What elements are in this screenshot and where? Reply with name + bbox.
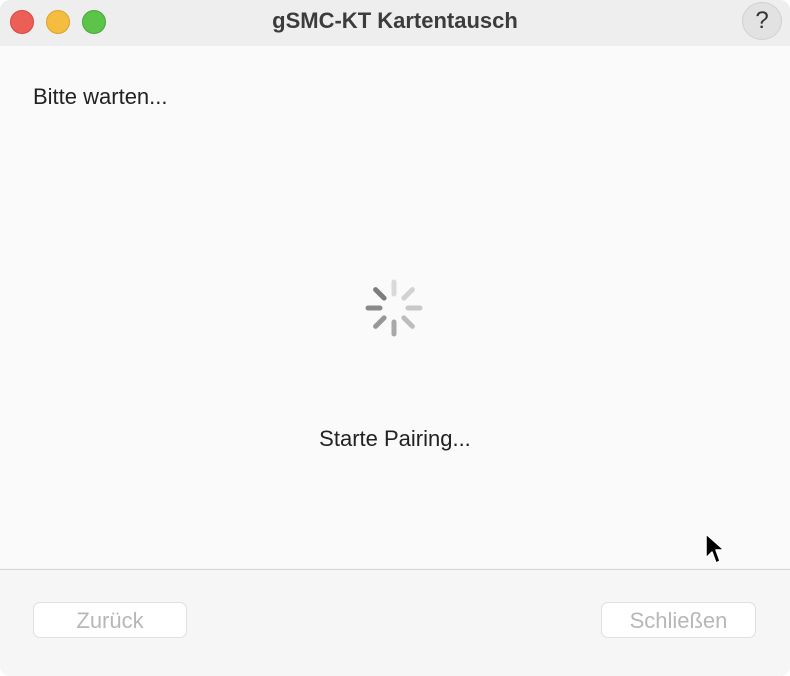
mouse-pointer-icon <box>705 533 725 564</box>
main-content: Bitte warten... Starte Pairing... <box>0 46 790 568</box>
activity-spinner-icon <box>365 279 423 337</box>
app-window: gSMC-KT Kartentausch ? Bitte warten... S… <box>0 0 790 676</box>
title-bar: gSMC-KT Kartentausch ? <box>0 0 790 46</box>
close-button[interactable]: Schließen <box>601 602 756 638</box>
status-message: Starte Pairing... <box>319 426 471 451</box>
help-button[interactable]: ? <box>742 2 782 40</box>
page-heading: Bitte warten... <box>33 84 168 109</box>
footer-bar: Zurück Schließen <box>0 570 790 676</box>
back-button[interactable]: Zurück <box>33 602 187 638</box>
window-title: gSMC-KT Kartentausch <box>272 8 518 33</box>
